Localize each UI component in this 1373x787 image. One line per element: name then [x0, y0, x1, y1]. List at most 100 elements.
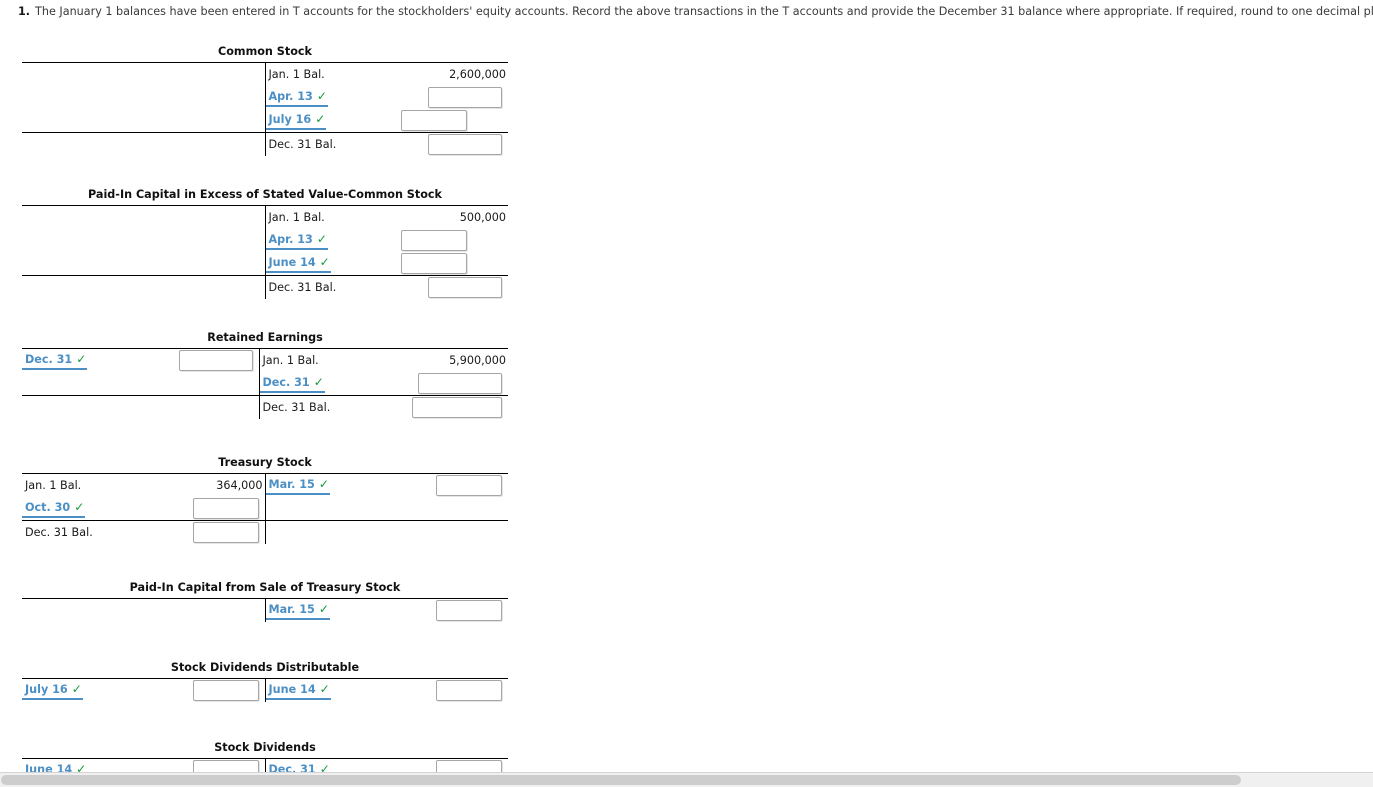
- right-label-cell: [264, 497, 415, 521]
- right-input-cell: [401, 252, 508, 276]
- left-label-cell: [22, 276, 188, 300]
- right-input-cell: [415, 598, 508, 622]
- right-label-cell: Dec. 31 Bal.: [264, 275, 415, 299]
- right-input-cell: [401, 229, 508, 252]
- amount-input[interactable]: [436, 600, 502, 621]
- left-amount-cell: [188, 276, 265, 300]
- right-input-cell: [415, 133, 508, 157]
- date-link-mar-15[interactable]: Mar. 15 ✓: [265, 601, 330, 620]
- account-title: Common Stock: [218, 45, 312, 58]
- account-title: Stock Dividends Distributable: [170, 661, 360, 674]
- right-label-cell: June 14 ✓: [264, 678, 415, 702]
- check-icon: ✓: [318, 476, 329, 491]
- amount-input[interactable]: [436, 680, 502, 701]
- date-link-mar-15[interactable]: Mar. 15 ✓: [265, 476, 330, 495]
- table-row: Oct. 30 ✓: [22, 497, 508, 521]
- t-account-grid: Dec. 31 ✓ Jan. 1 Bal. 5,900,000 Dec. 31 ✓ …: [22, 348, 508, 419]
- right-label-cell: Apr. 13 ✓: [264, 86, 415, 109]
- date-link-apr-13[interactable]: Apr. 13 ✓: [265, 88, 328, 107]
- left-amount-cell: [188, 62, 265, 86]
- amount-input[interactable]: [418, 373, 502, 394]
- check-icon: ✓: [315, 111, 326, 126]
- date-link-dec-31[interactable]: Dec. 31 ✓: [22, 352, 88, 370]
- t-account-paid-in-capital-treasury: Paid-In Capital from Sale of Treasury St…: [22, 580, 508, 622]
- amount-input[interactable]: [192, 498, 259, 519]
- amount-input[interactable]: [428, 87, 502, 108]
- left-label-cell: [22, 396, 174, 420]
- date-link-label: Apr. 13: [268, 232, 313, 246]
- t-account-grid: July 16 ✓ June 14 ✓: [22, 678, 508, 702]
- left-input-cell: [174, 497, 265, 521]
- t-account-grid: Jan. 1 Bal. 500,000 Apr. 13✓ June 14✓: [22, 205, 508, 299]
- horizontal-scrollbar[interactable]: [0, 772, 1373, 787]
- entry-label: Jan. 1 Bal.: [25, 479, 82, 492]
- table-row: July 16 ✓ June 14 ✓: [22, 678, 508, 702]
- left-label-cell: Jan. 1 Bal.: [22, 473, 174, 497]
- right-input-cell: [415, 473, 508, 497]
- check-icon: ✓: [316, 88, 327, 103]
- check-icon: ✓: [318, 601, 329, 616]
- date-link-label: Mar. 15: [268, 602, 315, 616]
- entry-label: Dec. 31 Bal.: [268, 281, 337, 294]
- balance-input[interactable]: [428, 134, 502, 155]
- amount-input[interactable]: [192, 680, 259, 701]
- left-label-cell: Dec. 31 Bal.: [22, 521, 174, 545]
- balance-input[interactable]: [192, 522, 259, 543]
- check-icon: ✓: [319, 254, 330, 269]
- right-input-cell: [415, 678, 508, 702]
- left-input-cell: [174, 348, 259, 372]
- date-link-label: Dec. 31: [25, 352, 73, 366]
- balance-input[interactable]: [428, 277, 502, 298]
- left-amount-cell: [188, 205, 265, 229]
- date-link-label: Mar. 15: [268, 477, 315, 491]
- date-link-june-14[interactable]: June 14 ✓: [265, 254, 331, 273]
- left-input-cell: [174, 521, 265, 545]
- t-account-stock-dividends-distributable: Stock Dividends Distributable July 16 ✓ J…: [22, 660, 508, 702]
- right-input-cell: [415, 276, 508, 300]
- right-label-cell: Apr. 13 ✓: [264, 229, 415, 252]
- right-input-cell: [409, 372, 508, 396]
- left-label-cell: Dec. 31 ✓: [22, 348, 174, 372]
- table-row: Jan. 1 Bal. 500,000: [22, 205, 508, 229]
- balance-input[interactable]: [412, 397, 502, 418]
- date-link-oct-30[interactable]: Oct. 30 ✓: [22, 500, 86, 518]
- left-label-cell: [22, 62, 188, 86]
- left-label-cell: Oct. 30 ✓: [22, 497, 174, 521]
- scrollbar-thumb[interactable]: [1, 775, 1241, 785]
- date-link-label: Oct. 30: [25, 500, 71, 514]
- right-amount-cell: 5,900,000: [409, 348, 508, 372]
- date-link-july-16[interactable]: July 16 ✓: [265, 111, 327, 130]
- left-amount-cell: [188, 252, 265, 276]
- date-link-july-16[interactable]: July 16 ✓: [22, 682, 83, 700]
- right-label-cell: Dec. 31 ✓: [258, 372, 409, 396]
- t-account-paid-in-capital-excess: Paid-In Capital in Excess of Stated Valu…: [22, 187, 508, 299]
- date-link-june-14[interactable]: June 14 ✓: [265, 682, 331, 700]
- account-title: Retained Earnings: [207, 331, 323, 344]
- entry-amount: 5,900,000: [449, 354, 506, 367]
- account-title: Treasury Stock: [218, 456, 312, 469]
- amount-input[interactable]: [436, 475, 502, 496]
- date-link-dec-31[interactable]: Dec. 31 ✓: [259, 374, 325, 393]
- right-amount-cell: 500,000: [415, 205, 508, 229]
- check-icon: ✓: [313, 374, 324, 389]
- left-amount-cell: [188, 598, 265, 622]
- left-label-cell: [22, 86, 188, 109]
- right-label-cell: Mar. 15 ✓: [264, 473, 415, 497]
- left-amount-cell: 364,000: [174, 473, 265, 497]
- table-row: Apr. 13 ✓: [22, 86, 508, 109]
- account-title: Paid-In Capital from Sale of Treasury St…: [129, 581, 401, 594]
- table-row: Jan. 1 Bal. 364,000 Mar. 15 ✓: [22, 473, 508, 497]
- left-label-cell: [22, 205, 188, 229]
- right-input-cell: [409, 396, 508, 420]
- date-link-apr-13[interactable]: Apr. 13 ✓: [265, 231, 328, 250]
- t-account-grid: Mar. 15 ✓: [22, 598, 508, 622]
- t-account-grid: Jan. 1 Bal. 364,000 Mar. 15 ✓ Oct. 30 ✓ De…: [22, 473, 508, 544]
- date-link-label: June 14: [268, 255, 316, 269]
- amount-input[interactable]: [178, 350, 253, 371]
- check-icon: ✓: [316, 231, 327, 246]
- left-input-cell: [174, 678, 265, 702]
- entry-label: Dec. 31 Bal.: [262, 401, 331, 414]
- right-label-cell: July 16 ✓: [264, 109, 415, 133]
- table-row: Dec. 31 Bal.: [22, 520, 508, 545]
- left-amount-cell: [188, 86, 265, 109]
